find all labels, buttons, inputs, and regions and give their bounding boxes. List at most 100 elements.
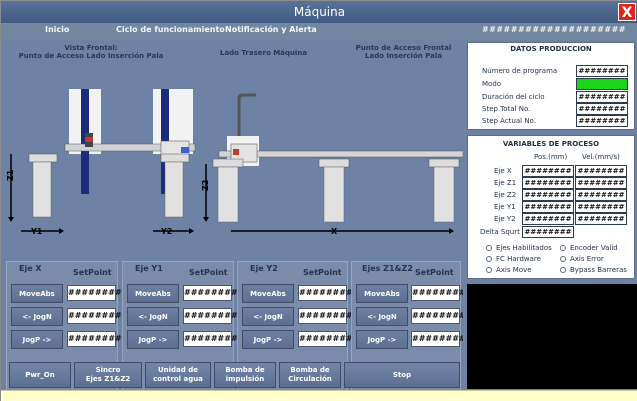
axis-row-label: Eje Z2	[494, 191, 517, 199]
row-value: ########	[576, 65, 628, 77]
jogn-button[interactable]: <- JogN	[242, 307, 294, 326]
control-agua-button[interactable]: Unidad de control agua	[145, 362, 211, 388]
pos-value: ########	[522, 165, 574, 177]
back-view-gantry	[203, 93, 463, 234]
status-led	[560, 245, 566, 251]
setpoint-field[interactable]: ########	[183, 285, 238, 301]
jogn-button[interactable]: <- JogN	[127, 307, 179, 326]
vel-value: ########	[575, 213, 627, 225]
main-area: Vista Frontal: Punto de Acceso Lado Inse…	[1, 39, 466, 401]
status-label: Bypass Barreras	[570, 266, 627, 274]
status-led	[486, 256, 492, 262]
moveabs-button[interactable]: MoveAbs	[127, 284, 179, 303]
vel-value: ########	[575, 189, 627, 201]
front2-view-label: Punto de Acceso Frontal Lado Inserción P…	[355, 44, 452, 60]
panel-title: Eje Y1	[135, 264, 163, 273]
jogp-button[interactable]: JogP ->	[242, 330, 294, 349]
close-button[interactable]: X	[618, 3, 636, 21]
setpoint-field[interactable]: ########	[411, 285, 466, 301]
status-label: Axis Error	[570, 255, 604, 263]
jogp-button[interactable]: JogP ->	[356, 330, 408, 349]
pos-value: ########	[522, 189, 574, 201]
axis-y1-label: Y1	[30, 227, 43, 236]
axis-x-label: X	[331, 227, 338, 236]
setpoint-field[interactable]: ########	[411, 331, 466, 347]
setpoint-field[interactable]: ########	[67, 285, 122, 301]
status-code: ####################	[481, 25, 626, 34]
status-label: Encoder Valid	[570, 244, 618, 252]
pos-value: ########	[522, 177, 574, 189]
pwr-on-button[interactable]: Pwr_On	[9, 362, 71, 388]
row-label: Duración del ciclo	[482, 93, 545, 101]
status-label: Ejes Habilitados	[496, 244, 552, 252]
alarm-display	[467, 284, 637, 389]
moveabs-button[interactable]: MoveAbs	[11, 284, 63, 303]
jogn-button[interactable]: <- JogN	[11, 307, 63, 326]
status-label: FC Hardware	[496, 255, 541, 263]
row-value: ########	[576, 103, 628, 115]
row-label: Número de programa	[482, 67, 558, 75]
status-led	[560, 267, 566, 273]
axis-row-label: Eje Z1	[494, 179, 517, 187]
col-vel-label: Vel.(mm/s)	[582, 153, 620, 161]
bottom-toolbar: Pwr_On Sincro Ejes Z1&Z2 Unidad de contr…	[1, 362, 463, 389]
menu-ciclo[interactable]: Ciclo de funcionamiento	[116, 25, 225, 34]
bomba-impulsion-button[interactable]: Bomba de impulsión	[214, 362, 276, 388]
row-label: Modo	[482, 80, 502, 88]
menu-bar: Inicio Ciclo de funcionamiento Notificac…	[1, 23, 637, 39]
setpoint-field[interactable]: ########	[411, 308, 466, 324]
jogp-button[interactable]: JogP ->	[11, 330, 63, 349]
machine-diagram: Z1 Z2 Y1 Y2 X	[6, 89, 463, 236]
setpoint-field[interactable]: ########	[298, 308, 353, 324]
axis-row-label: Eje X	[494, 167, 512, 175]
axis-row-label: Eje Y1	[494, 203, 516, 211]
proceso-title: VARIABLES DE PROCESO	[502, 140, 600, 148]
status-led	[560, 256, 566, 262]
hmi-window: Máquina X Inicio Ciclo de funcionamiento…	[0, 0, 637, 401]
proceso-box: VARIABLES DE PROCESO Pos.(mm) Vel.(mm/s)…	[467, 135, 635, 279]
setpoint-field[interactable]: ########	[298, 285, 353, 301]
panel-title: Eje X	[19, 264, 42, 273]
row-value: ########	[576, 91, 628, 103]
status-led	[486, 267, 492, 273]
menu-inicio[interactable]: Inicio	[45, 25, 69, 34]
axis-z2-label: Z2	[201, 180, 210, 191]
vel-value: ########	[575, 201, 627, 213]
setpoint-label: SetPoint	[415, 268, 454, 277]
axis-z1-label: Z1	[6, 169, 15, 181]
axis-y2-label: Y2	[160, 227, 172, 236]
delta-label: Delta Squrt	[480, 228, 520, 236]
setpoint-field[interactable]: ########	[183, 308, 238, 324]
back-view-label: Lado Trasero Máquina	[219, 49, 308, 57]
window-title: Máquina	[293, 5, 346, 19]
col-pos-label: Pos.(mm)	[534, 153, 568, 161]
setpoint-field[interactable]: ########	[298, 331, 353, 347]
moveabs-button[interactable]: MoveAbs	[242, 284, 294, 303]
stop-button[interactable]: Stop	[344, 362, 460, 388]
status-line	[1, 390, 637, 401]
menu-notificacion[interactable]: Notificación y Alerta	[225, 25, 317, 34]
setpoint-field[interactable]: ########	[67, 331, 122, 347]
vel-value: ########	[575, 177, 627, 189]
jogp-button[interactable]: JogP ->	[127, 330, 179, 349]
row-value: ########	[576, 115, 628, 127]
status-label: Axis Move	[496, 266, 532, 274]
panel-title: Eje Y2	[250, 264, 278, 273]
mode-indicator	[576, 78, 628, 90]
front-view-label: Vista Frontal: Punto de Acceso Lado Inse…	[18, 44, 164, 60]
jogn-button[interactable]: <- JogN	[356, 307, 408, 326]
setpoint-label: SetPoint	[73, 268, 112, 277]
bomba-circulacion-button[interactable]: Bomba de Circulación	[279, 362, 341, 388]
axis-row-label: Eje Y2	[494, 215, 516, 223]
setpoint-label: SetPoint	[189, 268, 228, 277]
sincro-button[interactable]: Sincro Ejes Z1&Z2	[74, 362, 142, 388]
panel-title: Ejes Z1&Z2	[362, 264, 413, 273]
setpoint-label: SetPoint	[303, 268, 342, 277]
setpoint-field[interactable]: ########	[67, 308, 122, 324]
row-label: Step Total No.	[482, 105, 531, 113]
setpoint-field[interactable]: ########	[183, 331, 238, 347]
produccion-box: DATOS PRODUCCION Número de programa ####…	[467, 42, 635, 130]
title-bar: Máquina X	[1, 1, 637, 23]
vel-value: ########	[575, 165, 627, 177]
moveabs-button[interactable]: MoveAbs	[356, 284, 408, 303]
